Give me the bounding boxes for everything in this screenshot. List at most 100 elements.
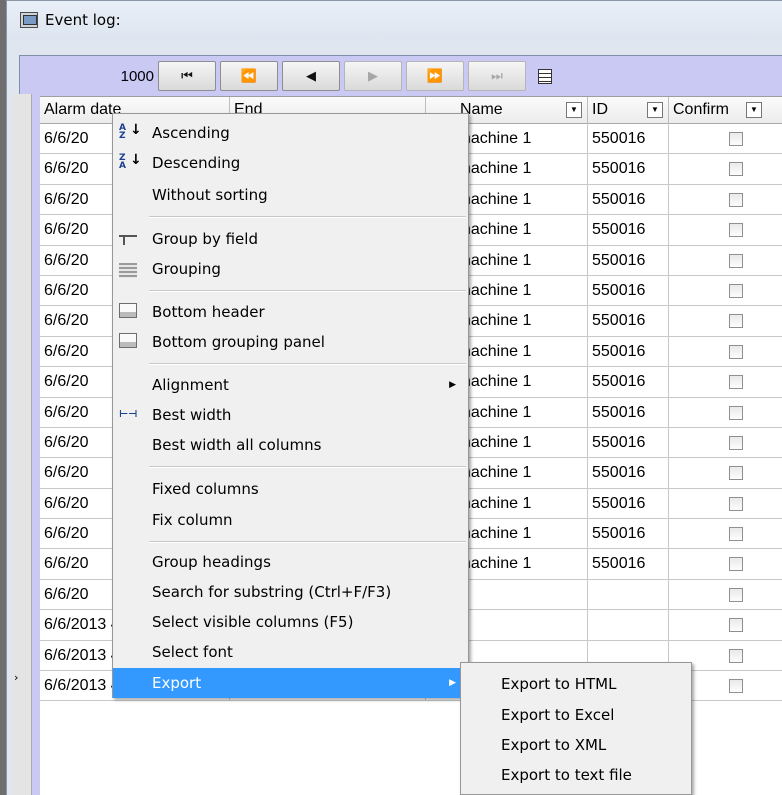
confirm-checkbox[interactable] [729, 648, 743, 663]
column-context-menu: A Z ↓ Ascending Z A ↓ Descending Without sor… [112, 113, 469, 698]
first-record-button[interactable]: ⏮ [158, 61, 216, 91]
confirm-checkbox[interactable] [729, 618, 743, 633]
cell-id: 550016 [588, 549, 669, 580]
grouping-icon [119, 263, 137, 278]
fast-forward-icon: ⏩ [426, 68, 444, 84]
confirm-checkbox[interactable] [729, 466, 743, 481]
cell-id [588, 579, 669, 610]
menu-item-fixed-columns[interactable]: Fixed columns [113, 474, 468, 504]
menu-separator [149, 363, 466, 365]
cell-confirm [669, 458, 782, 488]
cell-id [588, 610, 669, 641]
menu-item-alignment[interactable]: Alignment ▶ [113, 370, 468, 400]
bottom-grouping-panel-icon [119, 333, 137, 348]
menu-item-grouping[interactable]: Grouping [113, 254, 468, 284]
cell-confirm [669, 124, 782, 154]
navigation-bar: 1000 ⏮ ⏪ ◀ ▶ ⏩ ⏭ [20, 56, 782, 96]
cell-id: 550016 [588, 215, 669, 246]
bottom-header-icon [119, 303, 137, 318]
cell-confirm [669, 276, 782, 306]
menu-item-group-by-field[interactable]: Group by field [113, 224, 468, 254]
cell-confirm [669, 215, 782, 245]
confirm-checkbox[interactable] [729, 375, 743, 390]
window-title: Event log: [45, 11, 121, 29]
confirm-checkbox[interactable] [729, 679, 743, 694]
confirm-checkbox[interactable] [729, 344, 743, 359]
row-indicator-gutter: › [12, 94, 32, 795]
confirm-checkbox[interactable] [729, 587, 743, 602]
confirm-filter-dropdown-icon[interactable]: ▼ [746, 102, 762, 118]
confirm-checkbox[interactable] [729, 253, 743, 268]
menu-separator [149, 541, 466, 543]
menu-item-export-xml[interactable]: Export to XML [501, 730, 606, 760]
cell-id: 550016 [588, 397, 669, 428]
menu-item-export-excel[interactable]: Export to Excel [501, 700, 614, 730]
title-bar: Event log: [7, 1, 782, 39]
menu-item-bottom-header[interactable]: Bottom header [113, 297, 468, 327]
menu-item-ascending[interactable]: A Z ↓ Ascending [113, 118, 468, 148]
confirm-checkbox[interactable] [729, 527, 743, 542]
menu-item-fix-column[interactable]: Fix column [113, 505, 468, 535]
menu-item-without-sorting[interactable]: Without sorting [113, 180, 468, 210]
menu-item-best-width-all[interactable]: Best width all columns [113, 430, 468, 460]
submenu-arrow-icon: ▶ [449, 380, 456, 390]
confirm-checkbox[interactable] [729, 132, 743, 146]
confirm-checkbox[interactable] [729, 192, 743, 207]
confirm-checkbox[interactable] [729, 405, 743, 420]
previous-page-button[interactable]: ⏪ [220, 61, 278, 91]
next-page-button[interactable]: ⏩ [406, 61, 464, 91]
confirm-checkbox[interactable] [729, 496, 743, 511]
menu-item-descending[interactable]: Z A ↓ Descending [113, 148, 468, 178]
previous-record-button[interactable]: ◀ [282, 61, 340, 91]
last-record-button[interactable]: ⏭ [468, 61, 526, 91]
column-header-confirm[interactable]: Confirm [669, 97, 782, 124]
cell-confirm [669, 306, 782, 336]
cell-id: 550016 [588, 519, 669, 550]
cell-id: 550016 [588, 154, 669, 185]
cell-id: 550016 [588, 367, 669, 398]
confirm-checkbox[interactable] [729, 283, 743, 298]
cell-confirm [669, 580, 782, 610]
menu-item-search-substring[interactable]: Search for substring (Ctrl+F/F3) [113, 577, 468, 607]
menu-item-best-width[interactable]: ⊢⊣ Best width [113, 400, 468, 430]
cell-id: 550016 [588, 275, 669, 306]
confirm-checkbox[interactable] [729, 435, 743, 450]
cell-id: 550016 [588, 488, 669, 519]
cell-confirm [669, 610, 782, 640]
cell-confirm [669, 549, 782, 579]
best-width-icon: ⊢⊣ [119, 409, 138, 420]
id-filter-dropdown-icon[interactable]: ▼ [647, 102, 663, 118]
group-by-field-icon [119, 235, 137, 245]
last-icon: ⏭ [491, 68, 503, 84]
current-row-indicator-icon: › [14, 671, 19, 684]
export-submenu: Export to HTML Export to Excel Export to… [460, 662, 692, 795]
sort-descending-icon: Z A ↓ [119, 152, 142, 171]
menu-item-export[interactable]: Export ▶ [113, 668, 468, 698]
cell-id: 550016 [588, 336, 669, 367]
first-icon: ⏮ [181, 68, 193, 84]
menu-separator [149, 216, 466, 218]
name-filter-dropdown-icon[interactable]: ▼ [566, 102, 582, 118]
cell-id: 550016 [588, 245, 669, 276]
cell-id: 550016 [588, 124, 669, 154]
cell-confirm [669, 367, 782, 397]
right-arrow-icon: ▶ [368, 68, 378, 84]
cell-id: 550016 [588, 458, 669, 489]
cell-confirm [669, 489, 782, 519]
cell-confirm [669, 246, 782, 276]
confirm-checkbox[interactable] [729, 314, 743, 329]
menu-item-select-visible-columns[interactable]: Select visible columns (F5) [113, 607, 468, 637]
cell-confirm [669, 185, 782, 215]
menu-item-export-html[interactable]: Export to HTML [501, 669, 616, 699]
menu-item-export-text[interactable]: Export to text file [501, 760, 632, 790]
menu-item-bottom-grouping-panel[interactable]: Bottom grouping panel [113, 327, 468, 357]
menu-item-group-headings[interactable]: Group headings [113, 547, 468, 577]
menu-item-select-font[interactable]: Select font [113, 637, 468, 667]
confirm-checkbox[interactable] [729, 223, 743, 238]
window-icon [20, 12, 38, 28]
confirm-checkbox[interactable] [729, 162, 743, 177]
confirm-checkbox[interactable] [729, 557, 743, 572]
next-record-button[interactable]: ▶ [344, 61, 402, 91]
menu-separator [149, 466, 466, 468]
grid-settings-icon[interactable] [538, 68, 552, 84]
